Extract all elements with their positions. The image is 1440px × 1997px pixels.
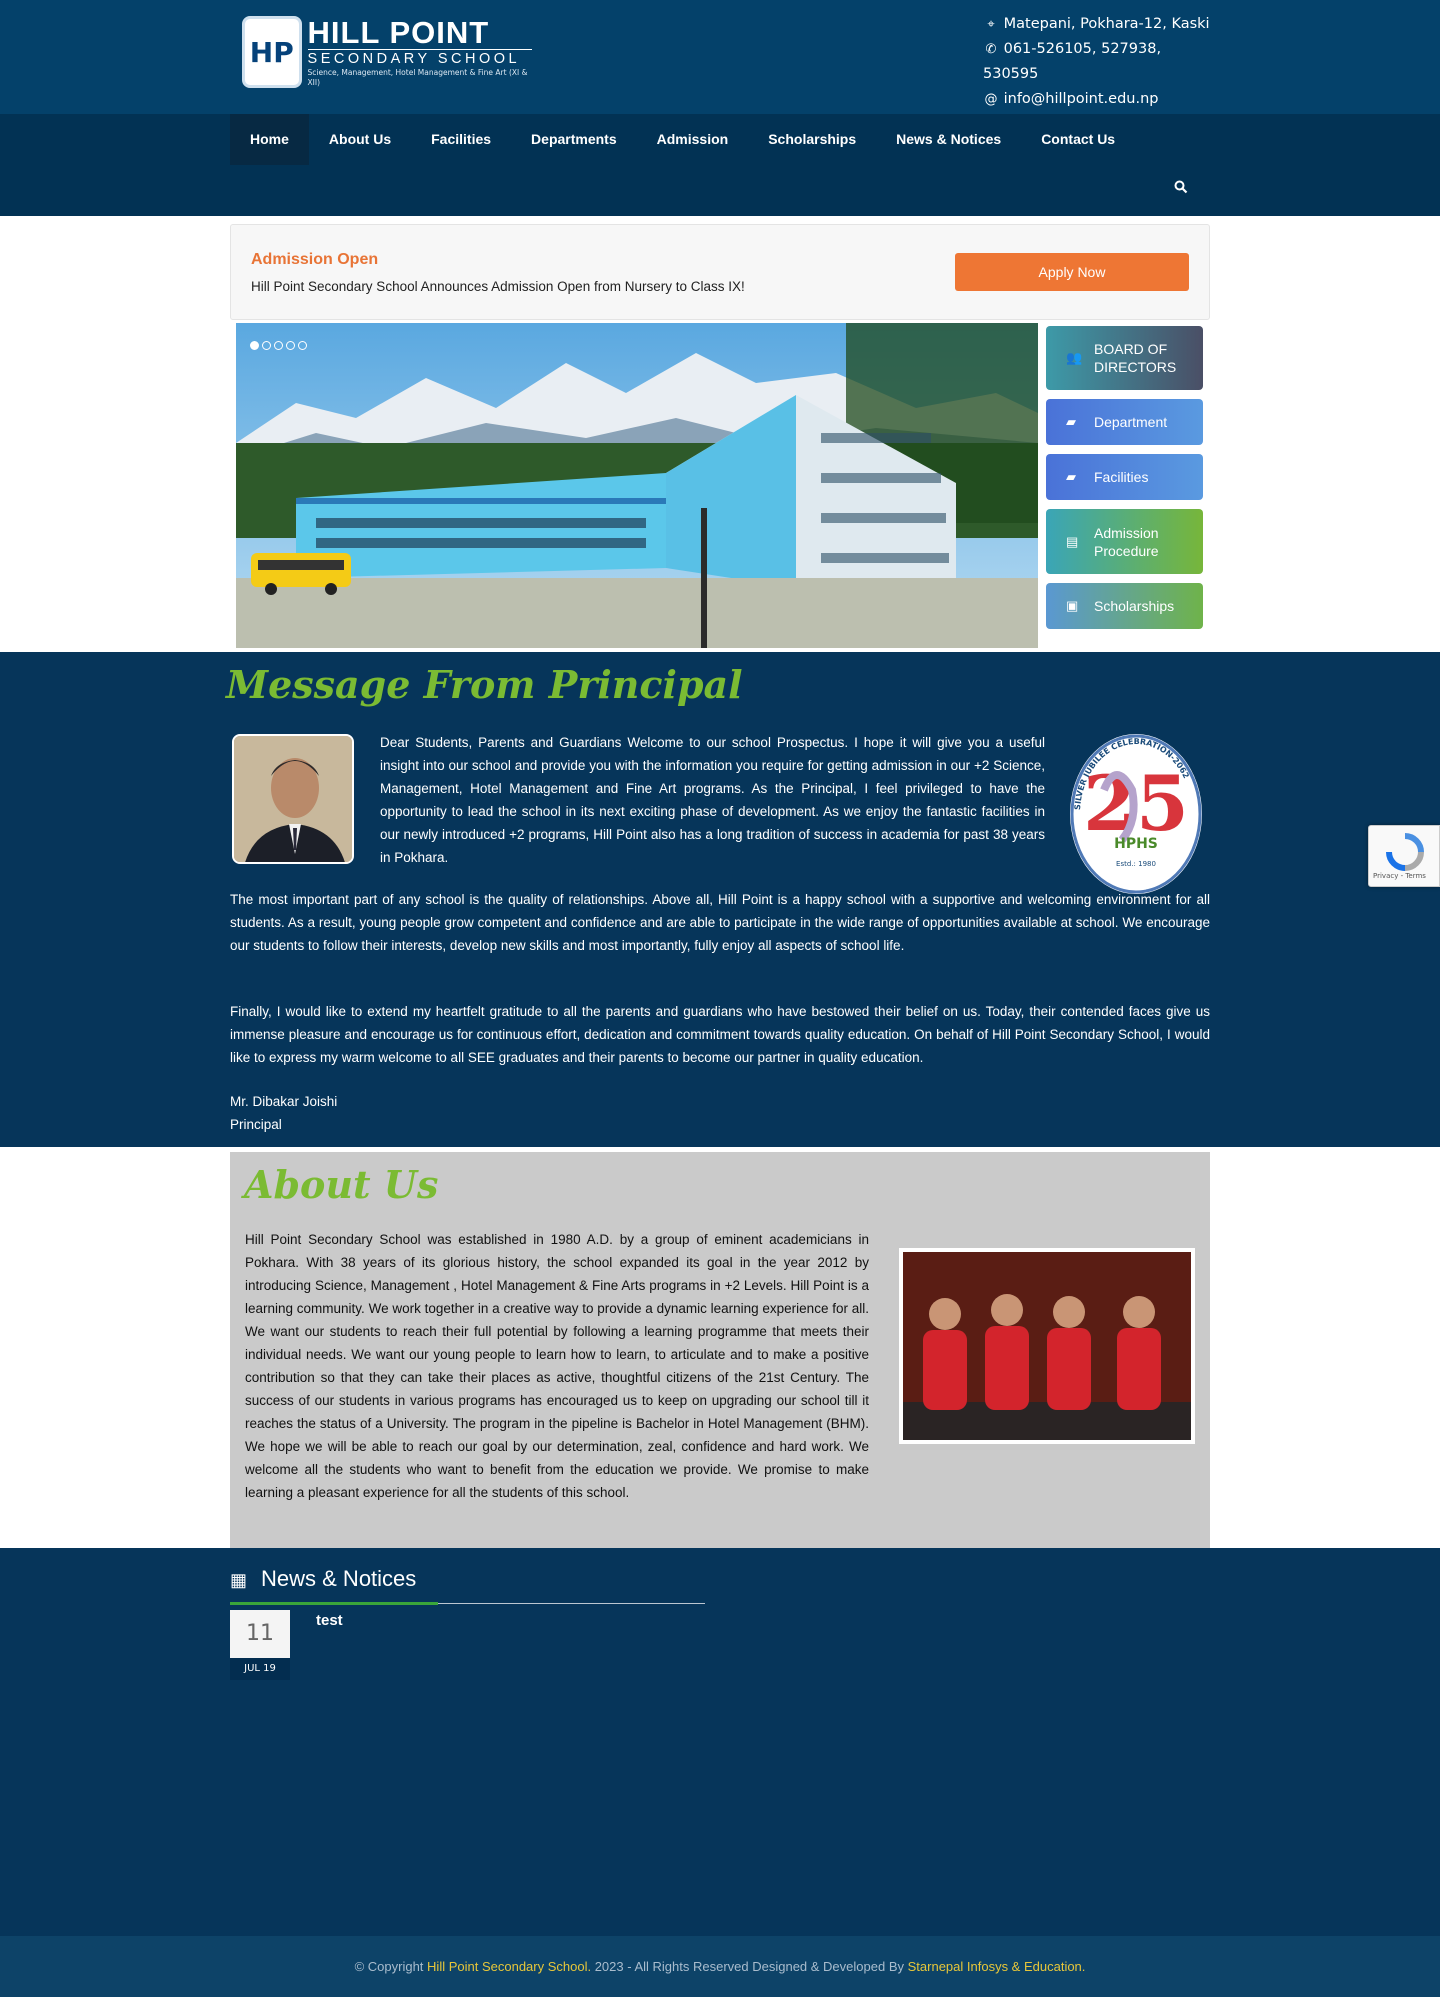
news-heading: ▦ News & Notices [230, 1566, 417, 1591]
slider-dot[interactable] [286, 341, 295, 350]
principal-section: Message From Principal Dear Students, Pa… [0, 652, 1440, 1147]
nav-news-notices[interactable]: News & Notices [876, 114, 1021, 165]
principal-role: Principal [230, 1117, 282, 1132]
news-date: 11 JUL 19 [230, 1610, 290, 1680]
phone: 061-526105, 527938, 530595 [983, 41, 1162, 82]
top-header: HP HILL POINT SECONDARY SCHOOL Science, … [0, 0, 1440, 114]
logo-subtitle: SECONDARY SCHOOL [307, 48, 532, 68]
news-day: 11 [230, 1610, 290, 1658]
slider-dot[interactable] [250, 341, 259, 350]
contact-info: ⌖ Matepani, Pokhara-12, Kaski ✆ 061-5261… [983, 12, 1210, 112]
map-marker-icon: ⌖ [987, 17, 995, 32]
slider-dots [250, 341, 307, 350]
slider-dot[interactable] [298, 341, 307, 350]
about-section: About Us Hill Point Secondary School was… [230, 1152, 1210, 1548]
at-icon: @ [984, 92, 998, 107]
facilities-button[interactable]: ▰ Facilities [1046, 454, 1203, 500]
recaptcha-icon [1386, 833, 1424, 871]
newspaper-icon: ▦ [230, 1570, 248, 1590]
nav-departments[interactable]: Departments [511, 114, 637, 165]
side-label: BOARD OF DIRECTORS [1094, 341, 1177, 375]
principal-paragraph-2: The most important part of any school is… [230, 892, 1210, 953]
svg-text:HPHS: HPHS [1114, 836, 1158, 852]
slider-dot[interactable] [262, 341, 271, 350]
news-item-title[interactable]: test [316, 1612, 343, 1629]
side-label: Admission Procedure [1094, 524, 1159, 559]
nav-scholarships[interactable]: Scholarships [748, 114, 876, 165]
scholarships-button[interactable]: ▣ Scholarships [1046, 583, 1203, 629]
footer-developer-link[interactable]: Starnepal Infosys & Education. [908, 1959, 1086, 1974]
principal-heading: Message From Principal [226, 662, 743, 707]
principal-name: Mr. Dibakar Joishi [230, 1094, 338, 1109]
admission-title: Admission Open [251, 251, 379, 268]
department-button[interactable]: ▰ Department [1046, 399, 1203, 445]
nav-menu: Home About Us Facilities Departments Adm… [230, 114, 1135, 165]
money-icon: ▣ [1066, 598, 1079, 613]
hero-section: Admission Open Hill Point Secondary Scho… [230, 216, 1210, 652]
nav-admission[interactable]: Admission [637, 114, 749, 165]
side-label: Department [1094, 414, 1168, 430]
admission-text: Hill Point Secondary School Announces Ad… [251, 279, 745, 294]
slider-dot[interactable] [274, 341, 283, 350]
nav-contact-us[interactable]: Contact Us [1021, 114, 1135, 165]
school-building-photo [236, 323, 1038, 648]
nav-about-us[interactable]: About Us [309, 114, 411, 165]
board-of-directors-button[interactable]: 👥 BOARD OF DIRECTORS [1046, 326, 1203, 390]
news-divider-accent [230, 1602, 438, 1605]
svg-text:Estd.: 1980: Estd.: 1980 [1116, 860, 1156, 868]
image-slider[interactable] [236, 323, 1038, 648]
principal-intro: Dear Students, Parents and Guardians Wel… [380, 735, 1045, 865]
admission-procedure-button[interactable]: ▤ Admission Procedure [1046, 509, 1203, 574]
folder-icon: ▰ [1066, 414, 1076, 429]
users-icon: 👥 [1066, 350, 1083, 365]
logo-name: HILL POINT [307, 14, 490, 50]
principal-photo [232, 734, 354, 864]
news-section: ▦ News & Notices 11 JUL 19 test [0, 1548, 1440, 1936]
admission-banner: Admission Open Hill Point Secondary Scho… [230, 224, 1210, 320]
folder-icon: ▰ [1066, 469, 1076, 484]
apply-now-button[interactable]: Apply Now [955, 253, 1189, 291]
about-heading: About Us [244, 1162, 439, 1207]
logo-emblem-icon: HP [242, 16, 302, 88]
copyright-text: 2023 - All Rights Reserved Designed & De… [594, 1959, 904, 1974]
footer-school-link[interactable]: Hill Point Secondary School. [427, 1959, 591, 1974]
phone-icon: ✆ [985, 42, 997, 57]
address: Matepani, Pokhara-12, Kaski [1003, 16, 1210, 32]
students-dance-photo [899, 1248, 1195, 1444]
search-icon[interactable] [1174, 180, 1188, 198]
about-text: Hill Point Secondary School was establis… [245, 1232, 869, 1500]
quick-links: 👥 BOARD OF DIRECTORS ▰ Department ▰ Faci… [1046, 326, 1203, 638]
book-icon: ▤ [1066, 533, 1079, 549]
logo-tagline: Science, Management, Hotel Management & … [307, 67, 528, 87]
silver-jubilee-logo: SILVER JUBILEE CELEBRATION-2062 25 HPHS … [1066, 730, 1206, 896]
recaptcha-links[interactable]: Privacy - Terms [1373, 872, 1426, 880]
email[interactable]: info@hillpoint.edu.np [1004, 91, 1159, 107]
copyright-prefix: © Copyright [354, 1959, 424, 1974]
side-label: Facilities [1094, 469, 1149, 485]
side-label: Scholarships [1094, 598, 1175, 614]
nav-facilities[interactable]: Facilities [411, 114, 511, 165]
main-navigation: Home About Us Facilities Departments Adm… [0, 114, 1440, 216]
recaptcha-badge[interactable]: Privacy - Terms [1368, 825, 1440, 887]
footer: © Copyright Hill Point Secondary School.… [0, 1936, 1440, 1997]
principal-paragraph-3: Finally, I would like to extend my heart… [230, 1004, 1210, 1065]
school-logo[interactable]: HP HILL POINT SECONDARY SCHOOL Science, … [242, 14, 532, 90]
nav-home[interactable]: Home [230, 114, 309, 165]
news-month: JUL 19 [230, 1658, 290, 1680]
